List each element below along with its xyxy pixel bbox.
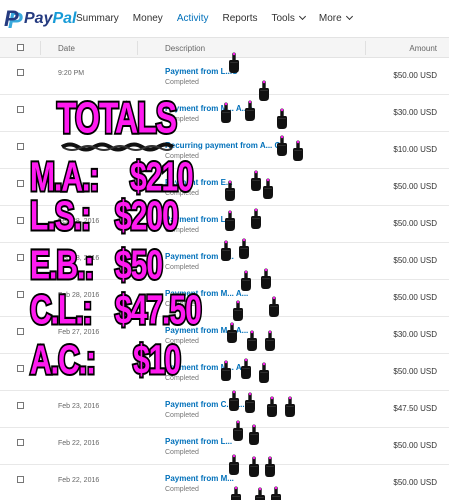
total-amount: $200 <box>114 194 181 239</box>
row-checkbox[interactable] <box>17 402 24 409</box>
brand-pal: Pal <box>52 10 77 27</box>
nav-label: Activity <box>176 13 209 24</box>
nav-reports[interactable]: Reports <box>222 13 257 24</box>
total-amount: $10 <box>131 338 182 383</box>
row-date: Feb 23, 2016 <box>58 403 100 410</box>
row-date: Feb 22, 2016 <box>58 477 100 484</box>
nav-summary[interactable]: Summary <box>76 13 119 24</box>
row-checkbox[interactable] <box>17 180 24 187</box>
total-name: C.L.: <box>29 288 95 333</box>
row-date: Feb 22, 2016 <box>58 440 100 447</box>
table-row[interactable]: Feb 23, 2016 Payment from C... L... Comple… <box>0 391 449 428</box>
row-amount: $50.00 USD <box>393 71 437 80</box>
row-status: Completed <box>165 264 199 271</box>
row-amount: $50.00 USD <box>393 293 437 302</box>
row-status: Completed <box>165 412 199 419</box>
chevron-down-icon <box>298 12 306 21</box>
nav-label: Tools <box>271 13 295 24</box>
nav-money[interactable]: Money <box>133 13 163 24</box>
row-checkbox[interactable] <box>17 476 24 483</box>
row-description-link[interactable]: Payment from M... <box>165 474 234 483</box>
paypal-p-icon: PP <box>4 6 23 33</box>
paypal-wordmark: PayPal <box>24 10 76 28</box>
total-name: M.A.: <box>28 155 100 200</box>
row-description-link[interactable]: Recurring payment from A... C... <box>165 141 287 150</box>
row-description-link[interactable]: Payment from M... A...s <box>165 104 253 113</box>
row-amount: $47.50 USD <box>393 404 437 413</box>
nav-label: Summary <box>76 13 119 24</box>
brand-pay: Pay <box>24 10 53 27</box>
amount-column-header[interactable]: Amount <box>409 44 437 53</box>
table-header: Date Description Amount <box>0 38 449 58</box>
row-checkbox[interactable] <box>17 328 24 335</box>
nav-label: Reports <box>222 13 258 24</box>
row-checkbox[interactable] <box>17 69 24 76</box>
total-name: E.B.: <box>28 243 95 288</box>
select-all-checkbox[interactable] <box>17 44 24 51</box>
column-divider <box>365 41 366 55</box>
row-status: Completed <box>165 449 199 456</box>
chevron-down-icon <box>345 12 353 21</box>
row-checkbox[interactable] <box>17 106 24 113</box>
totals-heading: TOTALS <box>55 93 178 142</box>
row-checkbox[interactable] <box>17 143 24 150</box>
row-date: 9:20 PM <box>58 70 85 77</box>
nav-tools[interactable]: Tools <box>271 12 306 24</box>
paypal-logo[interactable]: PP PayPal <box>4 6 76 33</box>
table-row[interactable]: 9:20 PM Payment from L...S Completed $50.00… <box>0 58 449 95</box>
row-amount: $30.00 USD <box>393 330 437 339</box>
row-amount: $50.00 USD <box>393 441 437 450</box>
main-nav: Summary Money Activity Reports Tools More <box>76 12 366 24</box>
row-description-link[interactable]: Payment from C... L... <box>165 400 247 409</box>
row-amount: $50.00 USD <box>393 367 437 376</box>
total-name: A.C.: <box>29 338 98 383</box>
row-checkbox[interactable] <box>17 254 24 261</box>
top-nav-bar: PP PayPal Summary Money Activity Reports Too… <box>0 0 449 38</box>
row-status: Completed <box>165 79 199 86</box>
nav-label: Money <box>132 13 163 24</box>
row-amount: $50.00 USD <box>393 478 437 487</box>
row-amount: $10.00 USD <box>393 145 437 154</box>
total-name: L.S.: <box>29 194 93 239</box>
total-amount: $50 <box>113 243 164 288</box>
row-checkbox[interactable] <box>17 291 24 298</box>
column-divider <box>40 41 41 55</box>
total-amount: $210 <box>129 155 196 200</box>
row-status: Completed <box>165 486 199 493</box>
nav-activity[interactable]: Activity <box>177 13 209 24</box>
date-column-header[interactable]: Date <box>58 44 75 53</box>
nav-label: More <box>318 13 342 24</box>
column-divider <box>137 41 138 55</box>
row-amount: $50.00 USD <box>393 182 437 191</box>
row-amount: $50.00 USD <box>393 256 437 265</box>
row-checkbox[interactable] <box>17 439 24 446</box>
table-row[interactable]: Feb 22, 2016 Payment from M... Completed $5… <box>0 465 449 500</box>
nav-more[interactable]: More <box>318 12 353 24</box>
row-amount: $30.00 USD <box>393 108 437 117</box>
table-row[interactable]: Feb 22, 2016 Payment from L... Completed $5… <box>0 428 449 465</box>
row-description-link[interactable]: Payment from L...S <box>165 67 237 76</box>
total-amount: $47.50 <box>114 288 204 333</box>
scribble-redaction <box>60 142 175 152</box>
row-amount: $50.00 USD <box>393 219 437 228</box>
row-checkbox[interactable] <box>17 365 24 372</box>
row-description-link[interactable]: Payment from M... <box>165 252 234 261</box>
description-column-header[interactable]: Description <box>165 44 205 53</box>
row-checkbox[interactable] <box>17 217 24 224</box>
row-description-link[interactable]: Payment from L... <box>165 437 232 446</box>
